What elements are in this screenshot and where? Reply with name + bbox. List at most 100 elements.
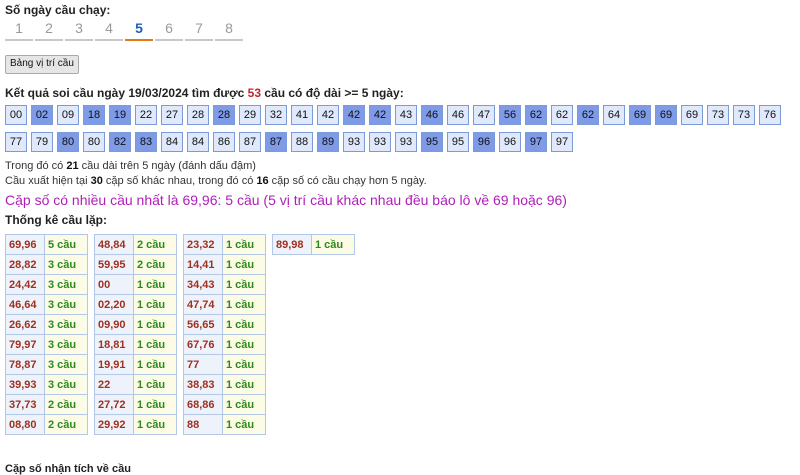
- day-selector: 12345678: [5, 19, 795, 41]
- stat-pair: 18,81: [94, 334, 134, 355]
- number-cell[interactable]: 95: [447, 132, 469, 152]
- number-cell[interactable]: 73: [707, 105, 729, 125]
- number-cell[interactable]: 62: [525, 105, 547, 125]
- number-cell[interactable]: 69: [629, 105, 651, 125]
- day-option-1[interactable]: 1: [5, 19, 33, 41]
- number-cell[interactable]: 88: [291, 132, 313, 152]
- number-cell[interactable]: 87: [265, 132, 287, 152]
- number-cell[interactable]: 28: [187, 105, 209, 125]
- stat-pair: 89,98: [272, 234, 312, 255]
- stat-pair: 39,93: [5, 374, 45, 395]
- number-cell[interactable]: 95: [421, 132, 443, 152]
- days-label: Số ngày cầu chạy:: [5, 3, 111, 17]
- number-cell[interactable]: 79: [31, 132, 53, 152]
- number-cell[interactable]: 84: [161, 132, 183, 152]
- day-option-4[interactable]: 4: [95, 19, 123, 41]
- number-grid: 00 02 09 18 19 22 27 28 28 29 32 41 42 42 42 43 46 46 47 56…: [5, 105, 795, 159]
- stat-pair: 77: [183, 354, 223, 375]
- number-cell[interactable]: 18: [83, 105, 105, 125]
- stat-pair: 02,20: [94, 294, 134, 315]
- number-cell[interactable]: 28: [213, 105, 235, 125]
- number-cell[interactable]: 43: [395, 105, 417, 125]
- stat-row: 24,42 3 cầu: [5, 274, 88, 295]
- day-option-5[interactable]: 5: [125, 19, 153, 41]
- stat-count: 1 cầu: [222, 254, 266, 275]
- number-cell[interactable]: 89: [317, 132, 339, 152]
- stat-count: 2 cầu: [133, 254, 177, 275]
- number-cell[interactable]: 47: [473, 105, 495, 125]
- stat-row: 59,95 2 cầu: [94, 254, 177, 275]
- position-table-button[interactable]: Bảng vị trí cầu: [5, 55, 79, 74]
- stat-pair: 59,95: [94, 254, 134, 275]
- stat-pair: 56,65: [183, 314, 223, 335]
- number-cell[interactable]: 83: [135, 132, 157, 152]
- number-cell[interactable]: 64: [603, 105, 625, 125]
- stat-count: 1 cầu: [133, 394, 177, 415]
- stat-count: 1 cầu: [222, 274, 266, 295]
- number-cell[interactable]: 80: [83, 132, 105, 152]
- day-option-2[interactable]: 2: [35, 19, 63, 41]
- stat-count: 1 cầu: [222, 374, 266, 395]
- number-cell[interactable]: 56: [499, 105, 521, 125]
- info1-c: cầu dài trên 5 ngày (đánh dấu đậm): [78, 160, 256, 172]
- result-suffix: cầu có độ dài >= 5 ngày:: [261, 86, 404, 100]
- number-cell[interactable]: 77: [5, 132, 27, 152]
- number-cell[interactable]: 09: [57, 105, 79, 125]
- number-cell[interactable]: 02: [31, 105, 53, 125]
- stat-pair: 26,62: [5, 314, 45, 335]
- stat-pair: 23,32: [183, 234, 223, 255]
- number-cell[interactable]: 96: [499, 132, 521, 152]
- stat-count: 1 cầu: [222, 334, 266, 355]
- stat-count: 1 cầu: [222, 314, 266, 335]
- number-cell[interactable]: 42: [343, 105, 365, 125]
- number-cell[interactable]: 46: [447, 105, 469, 125]
- day-option-6[interactable]: 6: [155, 19, 183, 41]
- stat-pair: 19,91: [94, 354, 134, 375]
- stat-pair: 68,86: [183, 394, 223, 415]
- stat-row: 23,32 1 cầu: [183, 234, 266, 255]
- stat-count: 1 cầu: [222, 394, 266, 415]
- number-cell[interactable]: 62: [577, 105, 599, 125]
- stat-pair: 67,76: [183, 334, 223, 355]
- number-cell[interactable]: 62: [551, 105, 573, 125]
- day-option-3[interactable]: 3: [65, 19, 93, 41]
- number-cell[interactable]: 73: [733, 105, 755, 125]
- number-cell[interactable]: 97: [525, 132, 547, 152]
- stat-pair: 29,92: [94, 414, 134, 435]
- number-cell[interactable]: 41: [291, 105, 313, 125]
- number-cell[interactable]: 76: [759, 105, 781, 125]
- stat-row: 89,98 1 cầu: [272, 234, 355, 255]
- number-cell[interactable]: 69: [655, 105, 677, 125]
- number-cell[interactable]: 80: [57, 132, 79, 152]
- number-cell[interactable]: 69: [681, 105, 703, 125]
- stat-pair: 47,74: [183, 294, 223, 315]
- bottom-heading: Cặp số nhận tích về cầu: [5, 463, 131, 475]
- number-cell[interactable]: 96: [473, 132, 495, 152]
- number-cell[interactable]: 42: [369, 105, 391, 125]
- stat-pair: 00: [94, 274, 134, 295]
- number-cell[interactable]: 00: [5, 105, 27, 125]
- number-cell[interactable]: 27: [161, 105, 183, 125]
- number-cell[interactable]: 32: [265, 105, 287, 125]
- info-long-bridges: Trong đó có 21 cầu dài trên 5 ngày (đánh…: [5, 159, 795, 174]
- number-cell[interactable]: 86: [213, 132, 235, 152]
- number-cell[interactable]: 93: [343, 132, 365, 152]
- number-cell[interactable]: 29: [239, 105, 261, 125]
- number-cell[interactable]: 93: [369, 132, 391, 152]
- stat-count: 1 cầu: [222, 354, 266, 375]
- stat-table: 23,32 1 cầu 14,41 1 cầu 34,43 1 cầu 47,74 1 cầu…: [183, 234, 266, 435]
- number-cell[interactable]: 19: [109, 105, 131, 125]
- number-cell[interactable]: 42: [317, 105, 339, 125]
- day-option-8[interactable]: 8: [215, 19, 243, 41]
- info2-long-pairs: 16: [256, 175, 269, 187]
- number-cell[interactable]: 93: [395, 132, 417, 152]
- stat-table: 89,98 1 cầu: [272, 234, 355, 255]
- number-cell[interactable]: 82: [109, 132, 131, 152]
- number-cell[interactable]: 84: [187, 132, 209, 152]
- number-cell[interactable]: 97: [551, 132, 573, 152]
- number-cell[interactable]: 46: [421, 105, 443, 125]
- number-cell[interactable]: 87: [239, 132, 261, 152]
- number-cell[interactable]: 22: [135, 105, 157, 125]
- day-option-7[interactable]: 7: [185, 19, 213, 41]
- stat-count: 1 cầu: [133, 294, 177, 315]
